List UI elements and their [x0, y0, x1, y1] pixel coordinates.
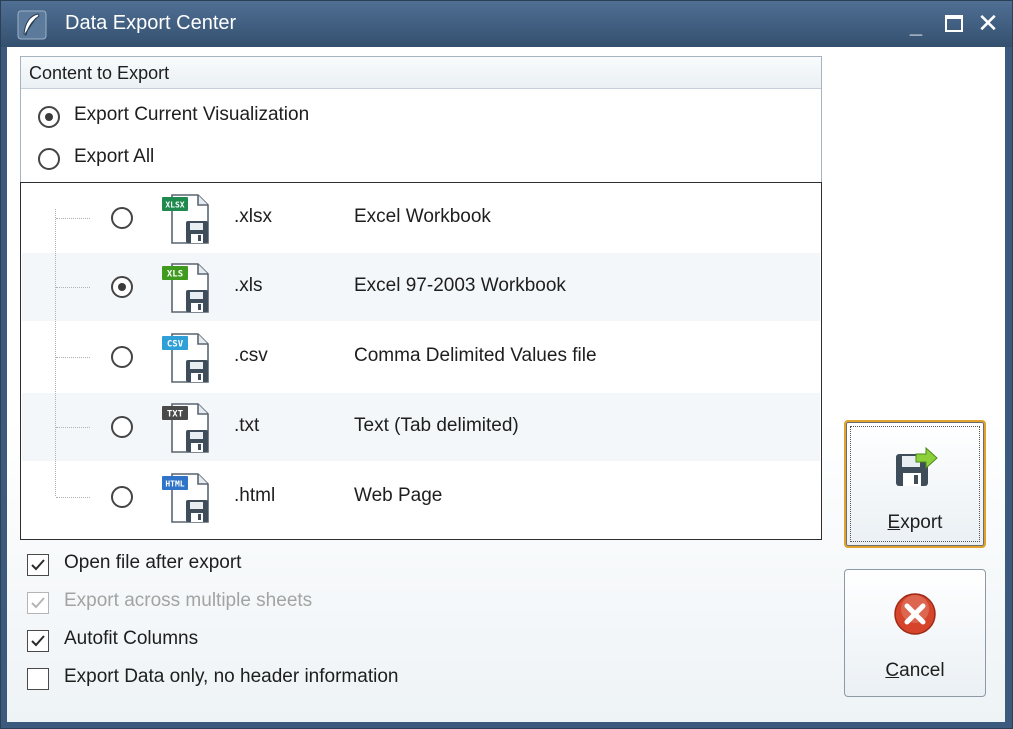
- feather-icon: [17, 10, 47, 40]
- format-description: Comma Delimited Values file: [354, 345, 597, 366]
- checkbox[interactable]: [27, 630, 49, 652]
- format-extension: .csv: [234, 345, 268, 366]
- csv-file-icon: CSV: [162, 333, 209, 383]
- export-label: Export: [887, 512, 943, 533]
- html-file-icon: HTML: [162, 473, 209, 523]
- format-radio[interactable]: [111, 416, 133, 438]
- tree-connector: [55, 209, 56, 496]
- checkbox: [27, 592, 49, 614]
- content-to-export-group: Content to Export Export Current Visuali…: [20, 56, 822, 183]
- export-current-label[interactable]: Export Current Visualization: [74, 104, 309, 126]
- cancel-button[interactable]: Cancel: [844, 569, 986, 697]
- file-type-badge-text: XLS: [167, 270, 183, 280]
- export-button[interactable]: Export: [844, 420, 986, 548]
- checkbox-label: Export across multiple sheets: [64, 590, 313, 611]
- format-extension: .xls: [234, 275, 263, 296]
- floppy-export-icon: [896, 446, 938, 486]
- format-row-xls[interactable]: XLS .xls Excel 97-2003 Workbook: [22, 253, 820, 321]
- file-type-badge-text: CSV: [167, 340, 184, 350]
- format-description: Excel Workbook: [354, 206, 491, 227]
- checkbox-label[interactable]: Export Data only, no header information: [64, 666, 398, 688]
- format-extension: .txt: [234, 415, 260, 436]
- format-list: XLSX .xlsx Excel Workbook XLS .xls Excel…: [20, 182, 822, 540]
- tree-connector: [56, 427, 90, 428]
- tree-connector: [56, 357, 90, 358]
- checkbox[interactable]: [27, 668, 49, 690]
- format-radio[interactable]: [111, 346, 133, 368]
- file-type-badge-text: XLSX: [165, 201, 184, 210]
- window-title: Data Export Center: [65, 12, 237, 34]
- format-row-html[interactable]: HTML .html Web Page: [22, 463, 820, 531]
- format-row-txt[interactable]: TXT .txt Text (Tab delimited): [22, 393, 820, 461]
- cancel-label: Cancel: [885, 660, 945, 681]
- format-row-xlsx[interactable]: XLSX .xlsx Excel Workbook: [22, 184, 820, 252]
- txt-file-icon: TXT: [162, 403, 209, 453]
- format-description: Text (Tab delimited): [354, 415, 519, 436]
- tree-connector: [56, 287, 90, 288]
- export-current-radio[interactable]: [38, 106, 60, 128]
- tree-connector: [56, 218, 90, 219]
- xlsx-file-icon: XLSX: [162, 194, 209, 244]
- format-extension: .xlsx: [234, 206, 272, 227]
- format-description: Web Page: [354, 485, 443, 506]
- error-x-icon: [894, 593, 936, 635]
- checkbox-label[interactable]: Autofit Columns: [64, 628, 198, 650]
- tree-connector: [56, 497, 90, 498]
- maximize-icon: [945, 15, 963, 32]
- file-type-badge-text: HTML: [165, 480, 184, 489]
- export-dialog-window: Data Export Center _ ✕ Content to Export…: [0, 0, 1013, 729]
- dialog-body: Content to Export Export Current Visuali…: [7, 47, 1005, 722]
- format-radio[interactable]: [111, 486, 133, 508]
- format-extension: .html: [234, 485, 276, 506]
- export-all-radio[interactable]: [38, 148, 60, 170]
- content-group-title: Content to Export: [29, 63, 170, 83]
- format-description: Excel 97-2003 Workbook: [354, 275, 566, 296]
- maximize-button[interactable]: [941, 9, 967, 37]
- content-group-header: Content to Export: [21, 57, 821, 89]
- close-button[interactable]: ✕: [975, 9, 1001, 37]
- format-radio[interactable]: [111, 207, 133, 229]
- format-radio[interactable]: [111, 276, 133, 298]
- xls-file-icon: XLS: [162, 263, 209, 313]
- export-all-label[interactable]: Export All: [74, 146, 154, 168]
- title-bar[interactable]: Data Export Center _ ✕: [1, 1, 1012, 47]
- minimize-button[interactable]: _: [903, 9, 929, 38]
- checkbox-label[interactable]: Open file after export: [64, 552, 241, 574]
- format-row-csv[interactable]: CSV .csv Comma Delimited Values file: [22, 323, 820, 391]
- checkbox[interactable]: [27, 554, 49, 576]
- file-type-badge-text: TXT: [167, 410, 184, 420]
